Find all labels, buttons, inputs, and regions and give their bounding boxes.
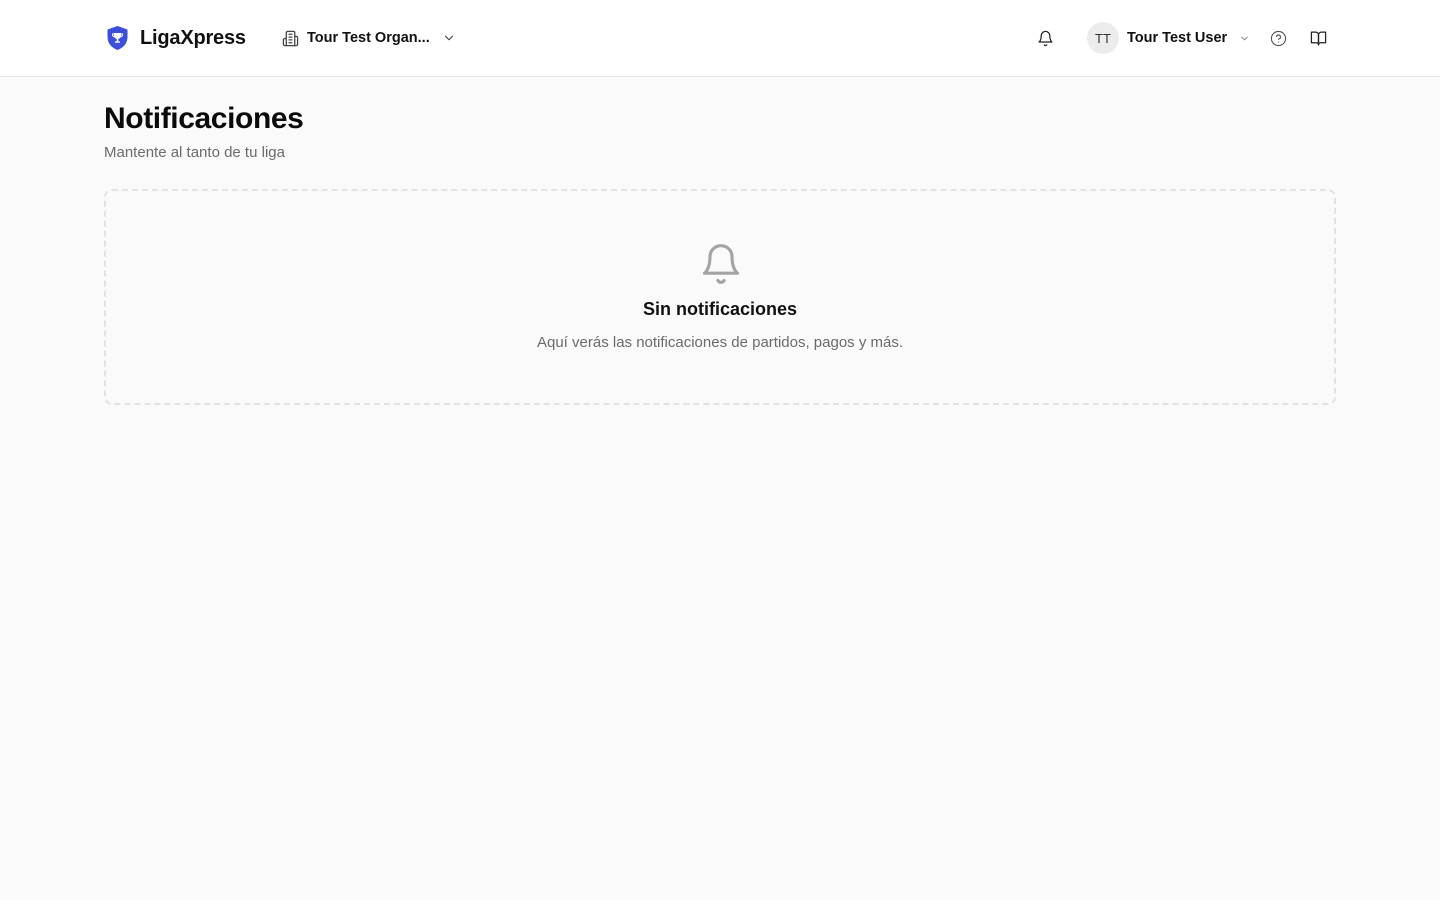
bell-icon: [702, 244, 740, 284]
chevron-down-icon: [1241, 36, 1248, 40]
empty-state-title: Sin notificaciones: [642, 299, 798, 319]
user-menu[interactable]: TT Tour Test User: [1087, 22, 1250, 54]
top-navbar: LigaXpress Tour Test Organ... TT Tour Te…: [0, 0, 1440, 77]
page-subtitle: Mantente al tanto de tu liga: [104, 144, 285, 161]
building-icon: [282, 30, 299, 46]
user-name: Tour Test User: [1127, 30, 1228, 46]
book-open-icon: [1310, 30, 1326, 46]
empty-state-card: Sin notificaciones Aquí verás las notifi…: [104, 189, 1336, 405]
bell-icon: [1037, 30, 1053, 46]
organization-switcher[interactable]: Tour Test Organ...: [282, 26, 456, 50]
empty-state-message: Aquí verás las notificaciones de partido…: [536, 334, 904, 351]
avatar: TT: [1087, 22, 1119, 54]
brand-home-link[interactable]: LigaXpress: [105, 24, 246, 52]
shield-trophy-logo-icon: [107, 26, 128, 50]
help-button[interactable]: [1266, 26, 1290, 50]
docs-button[interactable]: [1306, 26, 1330, 50]
notifications-button[interactable]: [1033, 26, 1057, 50]
organization-name: Tour Test Organ...: [307, 30, 430, 46]
chevron-down-icon: [444, 35, 453, 41]
help-circle-icon: [1270, 30, 1286, 46]
page-title: Notificaciones: [104, 102, 304, 135]
brand-name: LigaXpress: [140, 26, 246, 49]
